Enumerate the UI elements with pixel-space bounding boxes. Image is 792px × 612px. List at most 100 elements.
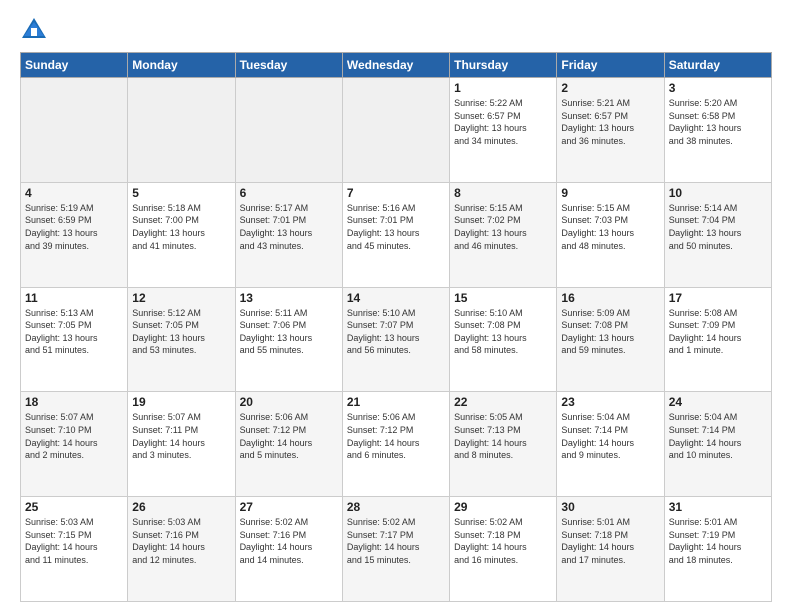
day-number: 10 [669,186,767,200]
day-number: 5 [132,186,230,200]
day-number: 7 [347,186,445,200]
calendar-table: SundayMondayTuesdayWednesdayThursdayFrid… [20,52,772,602]
day-info: Sunrise: 5:08 AMSunset: 7:09 PMDaylight:… [669,307,767,357]
day-number: 15 [454,291,552,305]
day-header-sunday: Sunday [21,53,128,78]
calendar-cell: 12 Sunrise: 5:12 AMSunset: 7:05 PMDayligh… [128,287,235,392]
calendar-cell: 17 Sunrise: 5:08 AMSunset: 7:09 PMDayligh… [664,287,771,392]
calendar-cell: 29 Sunrise: 5:02 AMSunset: 7:18 PMDayligh… [450,497,557,602]
header [20,16,772,44]
day-info: Sunrise: 5:22 AMSunset: 6:57 PMDaylight:… [454,97,552,147]
calendar-cell: 28Sunrise: 5:02 AMSunset: 7:17 PMDayligh… [342,497,449,602]
day-number: 18 [25,395,123,409]
day-number: 17 [669,291,767,305]
day-info: Sunrise: 5:06 AMSunset: 7:12 PMDaylight:… [347,411,445,461]
day-info: Sunrise: 5:16 AMSunset: 7:01 PMDaylight:… [347,202,445,252]
calendar-cell [235,78,342,183]
calendar-cell: 22Sunrise: 5:05 AMSunset: 7:13 PMDayligh… [450,392,557,497]
day-number: 20 [240,395,338,409]
calendar-cell: 20 Sunrise: 5:06 AMSunset: 7:12 PMDayligh… [235,392,342,497]
calendar-cell: 27 Sunrise: 5:02 AMSunset: 7:16 PMDayligh… [235,497,342,602]
calendar-cell: 2 Sunrise: 5:21 AMSunset: 6:57 PMDaylight… [557,78,664,183]
calendar-cell: 26 Sunrise: 5:03 AMSunset: 7:16 PMDayligh… [128,497,235,602]
day-number: 19 [132,395,230,409]
day-info: Sunrise: 5:07 AMSunset: 7:10 PMDaylight:… [25,411,123,461]
day-info: Sunrise: 5:03 AMSunset: 7:15 PMDaylight:… [25,516,123,566]
day-header-wednesday: Wednesday [342,53,449,78]
calendar-cell: 18 Sunrise: 5:07 AMSunset: 7:10 PMDayligh… [21,392,128,497]
calendar-week-3: 11 Sunrise: 5:13 AMSunset: 7:05 PMDayligh… [21,287,772,392]
day-number: 16 [561,291,659,305]
day-info: Sunrise: 5:09 AMSunset: 7:08 PMDaylight:… [561,307,659,357]
calendar-cell: 14Sunrise: 5:10 AMSunset: 7:07 PMDayligh… [342,287,449,392]
day-info: Sunrise: 5:04 AMSunset: 7:14 PMDaylight:… [669,411,767,461]
calendar-cell: 6Sunrise: 5:17 AMSunset: 7:01 PMDaylight… [235,182,342,287]
day-info: Sunrise: 5:01 AMSunset: 7:19 PMDaylight:… [669,516,767,566]
day-info: Sunrise: 5:12 AMSunset: 7:05 PMDaylight:… [132,307,230,357]
calendar-cell: 1 Sunrise: 5:22 AMSunset: 6:57 PMDaylight… [450,78,557,183]
day-header-saturday: Saturday [664,53,771,78]
day-info: Sunrise: 5:02 AMSunset: 7:16 PMDaylight:… [240,516,338,566]
calendar-week-4: 18 Sunrise: 5:07 AMSunset: 7:10 PMDayligh… [21,392,772,497]
calendar-cell [342,78,449,183]
calendar-cell: 10 Sunrise: 5:14 AMSunset: 7:04 PMDayligh… [664,182,771,287]
day-info: Sunrise: 5:04 AMSunset: 7:14 PMDaylight:… [561,411,659,461]
calendar-cell: 9Sunrise: 5:15 AMSunset: 7:03 PMDaylight… [557,182,664,287]
day-info: Sunrise: 5:14 AMSunset: 7:04 PMDaylight:… [669,202,767,252]
calendar-week-1: 1 Sunrise: 5:22 AMSunset: 6:57 PMDaylight… [21,78,772,183]
day-info: Sunrise: 5:21 AMSunset: 6:57 PMDaylight:… [561,97,659,147]
calendar-cell: 30Sunrise: 5:01 AMSunset: 7:18 PMDayligh… [557,497,664,602]
calendar-cell [21,78,128,183]
day-number: 2 [561,81,659,95]
day-info: Sunrise: 5:19 AMSunset: 6:59 PMDaylight:… [25,202,123,252]
calendar-cell: 15 Sunrise: 5:10 AMSunset: 7:08 PMDayligh… [450,287,557,392]
calendar-cell: 16 Sunrise: 5:09 AMSunset: 7:08 PMDayligh… [557,287,664,392]
day-number: 26 [132,500,230,514]
day-info: Sunrise: 5:03 AMSunset: 7:16 PMDaylight:… [132,516,230,566]
day-info: Sunrise: 5:10 AMSunset: 7:08 PMDaylight:… [454,307,552,357]
day-number: 27 [240,500,338,514]
day-number: 23 [561,395,659,409]
calendar-cell: 24 Sunrise: 5:04 AMSunset: 7:14 PMDayligh… [664,392,771,497]
day-number: 12 [132,291,230,305]
day-header-monday: Monday [128,53,235,78]
calendar-cell: 21 Sunrise: 5:06 AMSunset: 7:12 PMDayligh… [342,392,449,497]
calendar-cell: 5 Sunrise: 5:18 AMSunset: 7:00 PMDaylight… [128,182,235,287]
calendar-header-row: SundayMondayTuesdayWednesdayThursdayFrid… [21,53,772,78]
day-number: 30 [561,500,659,514]
day-info: Sunrise: 5:20 AMSunset: 6:58 PMDaylight:… [669,97,767,147]
day-number: 8 [454,186,552,200]
day-number: 11 [25,291,123,305]
day-number: 13 [240,291,338,305]
calendar-cell: 19 Sunrise: 5:07 AMSunset: 7:11 PMDayligh… [128,392,235,497]
day-info: Sunrise: 5:10 AMSunset: 7:07 PMDaylight:… [347,307,445,357]
day-info: Sunrise: 5:15 AMSunset: 7:02 PMDaylight:… [454,202,552,252]
day-header-tuesday: Tuesday [235,53,342,78]
day-number: 21 [347,395,445,409]
calendar-cell: 25Sunrise: 5:03 AMSunset: 7:15 PMDayligh… [21,497,128,602]
day-info: Sunrise: 5:02 AMSunset: 7:18 PMDaylight:… [454,516,552,566]
calendar-cell: 23 Sunrise: 5:04 AMSunset: 7:14 PMDayligh… [557,392,664,497]
calendar-cell: 31 Sunrise: 5:01 AMSunset: 7:19 PMDayligh… [664,497,771,602]
calendar-cell: 11 Sunrise: 5:13 AMSunset: 7:05 PMDayligh… [21,287,128,392]
logo-icon [20,16,48,44]
day-info: Sunrise: 5:11 AMSunset: 7:06 PMDaylight:… [240,307,338,357]
day-number: 24 [669,395,767,409]
calendar-cell: 8 Sunrise: 5:15 AMSunset: 7:02 PMDaylight… [450,182,557,287]
calendar-cell: 7 Sunrise: 5:16 AMSunset: 7:01 PMDaylight… [342,182,449,287]
day-number: 6 [240,186,338,200]
logo [20,16,52,44]
day-info: Sunrise: 5:07 AMSunset: 7:11 PMDaylight:… [132,411,230,461]
day-info: Sunrise: 5:13 AMSunset: 7:05 PMDaylight:… [25,307,123,357]
day-number: 1 [454,81,552,95]
day-info: Sunrise: 5:18 AMSunset: 7:00 PMDaylight:… [132,202,230,252]
calendar-week-2: 4Sunrise: 5:19 AMSunset: 6:59 PMDaylight… [21,182,772,287]
day-number: 29 [454,500,552,514]
calendar-cell: 13 Sunrise: 5:11 AMSunset: 7:06 PMDayligh… [235,287,342,392]
day-number: 31 [669,500,767,514]
day-number: 3 [669,81,767,95]
day-info: Sunrise: 5:05 AMSunset: 7:13 PMDaylight:… [454,411,552,461]
calendar-cell [128,78,235,183]
day-info: Sunrise: 5:06 AMSunset: 7:12 PMDaylight:… [240,411,338,461]
day-info: Sunrise: 5:02 AMSunset: 7:17 PMDaylight:… [347,516,445,566]
